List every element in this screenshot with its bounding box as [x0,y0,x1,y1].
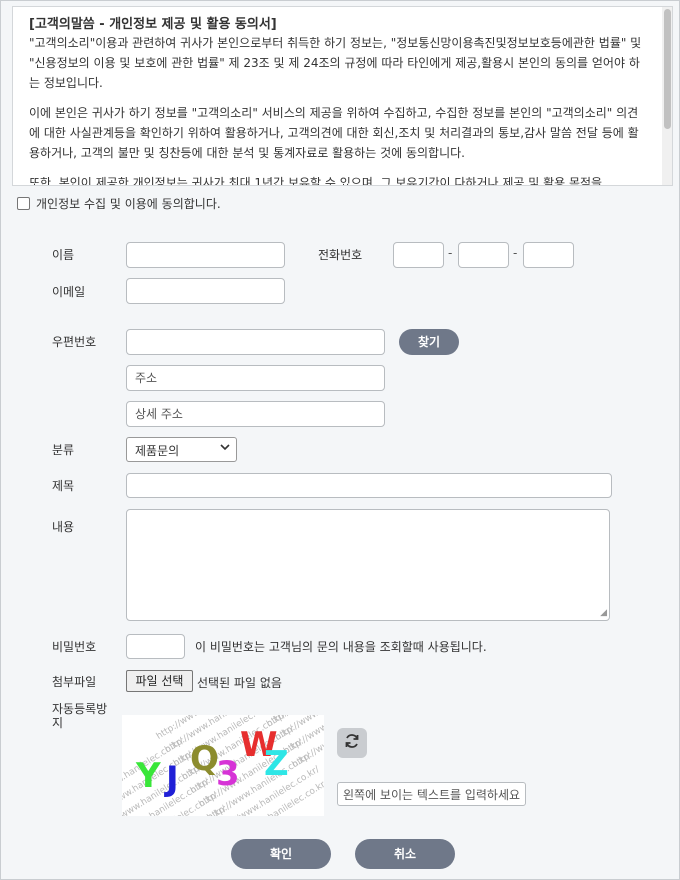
resize-handle-icon[interactable]: ◢ [600,609,607,618]
phone-input-1[interactable] [393,242,444,268]
cancel-button[interactable]: 취소 [355,839,455,869]
category-label: 분류 [52,443,75,457]
email-label: 이메일 [52,285,86,299]
refresh-icon [343,732,361,754]
category-select[interactable]: 제품문의 [126,437,237,462]
email-input[interactable] [126,278,285,304]
content-textarea[interactable]: ◢ [126,509,610,621]
password-note: 이 비밀번호는 고객님의 문의 내용을 조회할때 사용됩니다. [195,640,487,654]
category-selected: 제품문의 [135,444,180,458]
captcha-image: http://www.hanilelec.co.kr/ http://www.h… [122,715,324,816]
password-label: 비밀번호 [52,640,97,654]
zip-input[interactable] [126,329,385,355]
captcha-label: 자동등록방지 [52,702,108,730]
terms-paragraph-2: 이에 본인은 귀사가 하기 정보를 "고객의소리" 서비스의 제공을 위하여 수… [29,106,639,160]
captcha-char-2: J [164,759,179,799]
consent-checkbox[interactable] [17,197,30,210]
attach-label: 첨부파일 [52,675,97,689]
terms-box[interactable]: [고객의말씀 - 개인정보 제공 및 활용 동의서] "고객의소리"이용과 관련… [12,6,673,186]
find-address-button[interactable]: 찾기 [399,329,459,355]
captcha-refresh-button[interactable] [337,728,367,758]
file-select-button[interactable]: 파일 선택 [126,670,193,692]
phone-separator-2: - [513,246,518,260]
file-status: 선택된 파일 없음 [197,676,282,690]
zip-label: 우편번호 [52,335,97,349]
password-input[interactable] [126,634,185,659]
captcha-char-6: Z [264,744,289,784]
terms-scrollbar[interactable] [662,7,672,185]
name-input[interactable] [126,242,285,268]
confirm-button[interactable]: 확인 [231,839,331,869]
subject-label: 제목 [52,479,75,493]
phone-input-3[interactable] [523,242,574,268]
captcha-input[interactable]: 왼쪽에 보이는 텍스트를 입력하세요 [337,782,526,806]
terms-paragraph-3: 또한, 본인이 제공한 개인정보는 귀사가 최대 1년간 보유할 수 있으며, … [29,176,603,186]
chevron-down-icon [220,442,230,455]
name-label: 이름 [52,248,75,262]
terms-title: [고객의말씀 - 개인정보 제공 및 활용 동의서] [29,17,277,32]
phone-input-2[interactable] [458,242,509,268]
address-detail-input[interactable]: 상세 주소 [126,401,385,427]
terms-scroll-thumb[interactable] [664,9,671,129]
consent-row[interactable]: 개인정보 수집 및 이용에 동의합니다. [17,195,221,212]
captcha-char-3: Q [190,739,219,779]
content-label: 내용 [52,520,75,534]
terms-paragraph-1: "고객의소리"이용과 관련하여 귀사가 본인으로부터 취득한 하기 정보는, "… [29,36,642,90]
subject-input[interactable] [126,473,612,498]
address-input[interactable]: 주소 [126,365,385,391]
consent-label: 개인정보 수집 및 이용에 동의합니다. [36,197,221,211]
captcha-char-4: 3 [216,754,240,794]
phone-separator-1: - [448,246,453,260]
phone-label: 전화번호 [318,248,363,262]
captcha-char-1: Y [135,756,161,796]
captcha-svg: http://www.hanilelec.co.kr/ http://www.h… [122,715,324,816]
